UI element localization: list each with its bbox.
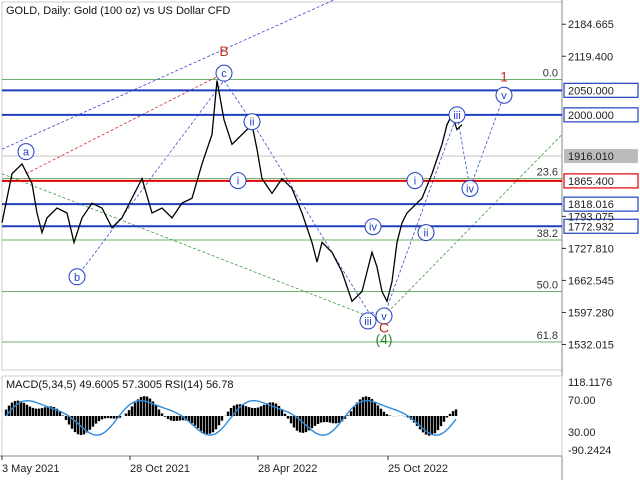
level-label-0: 2050.000: [568, 85, 614, 97]
wave-label-2: c: [221, 68, 227, 80]
price-tick-label-5: 1597.280: [568, 307, 614, 319]
fib-label-4: 61.8: [537, 330, 558, 342]
price-tick-label-3: 1727.810: [568, 243, 614, 255]
indicator-panel: MACD(5,34,5) 49.6005 57.3005 RSI(14) 56.…: [1, 375, 612, 457]
wave-label-5: ii: [250, 117, 255, 129]
wave-label-11: i: [414, 176, 416, 188]
wave-label-16: 1: [500, 69, 508, 85]
wave-label-12: ii: [424, 228, 429, 240]
level-label-1: 2000.000: [568, 110, 614, 122]
fib-label-3: 50.0: [537, 279, 558, 291]
time-label-2: 28 Apr 2022: [258, 463, 317, 475]
price-tick-label-4: 1662.545: [568, 275, 614, 287]
wave-label-0: a: [23, 147, 30, 159]
fib-label-1: 23.6: [537, 167, 558, 179]
indicator-tick-0: 118.1176: [568, 377, 612, 389]
level-label-3: 1865.400: [568, 176, 614, 188]
wave-label-3: B: [219, 43, 228, 59]
wave-label-10: (4): [375, 331, 392, 347]
time-label-3: 25 Oct 2022: [388, 463, 448, 475]
fib-label-0: 0.0: [543, 68, 558, 80]
fib-label-2: 38.2: [537, 228, 558, 240]
indicator-label: MACD(5,34,5) 49.6005 57.3005 RSI(14) 56.…: [6, 379, 233, 391]
level-label-4: 1818.016: [568, 199, 614, 211]
price-tick-label-1: 2119.400: [568, 51, 613, 63]
level-label-2: 1916.010: [568, 151, 614, 163]
wave-label-1: b: [74, 272, 80, 284]
indicator-tick-2: 30.00: [568, 427, 596, 439]
chart: 0.0 23.6 38.2 50.0 61.8 2050.000 2000.000 1916…: [0, 0, 640, 480]
wave-label-13: iii: [453, 110, 460, 122]
time-label-1: 28 Oct 2021: [130, 463, 190, 475]
price-tick-label-0: 2184.665: [568, 19, 614, 31]
time-label-0: 3 May 2021: [2, 463, 59, 475]
wave-label-7: iii: [364, 316, 371, 328]
price-tick-label-2: 1793.075: [568, 211, 614, 223]
wave-label-4: i: [237, 176, 239, 188]
wave-label-15: v: [501, 90, 507, 102]
wave-label-6: iv: [369, 222, 377, 234]
indicator-tick-1: 70.00: [568, 395, 596, 407]
price-tick-label-6: 1532.015: [568, 339, 614, 351]
chart-title: GOLD, Daily: Gold (100 oz) vs US Dollar …: [6, 5, 230, 17]
wave-label-14: iv: [466, 183, 474, 195]
indicator-tick-3: -90.2424: [568, 445, 611, 457]
